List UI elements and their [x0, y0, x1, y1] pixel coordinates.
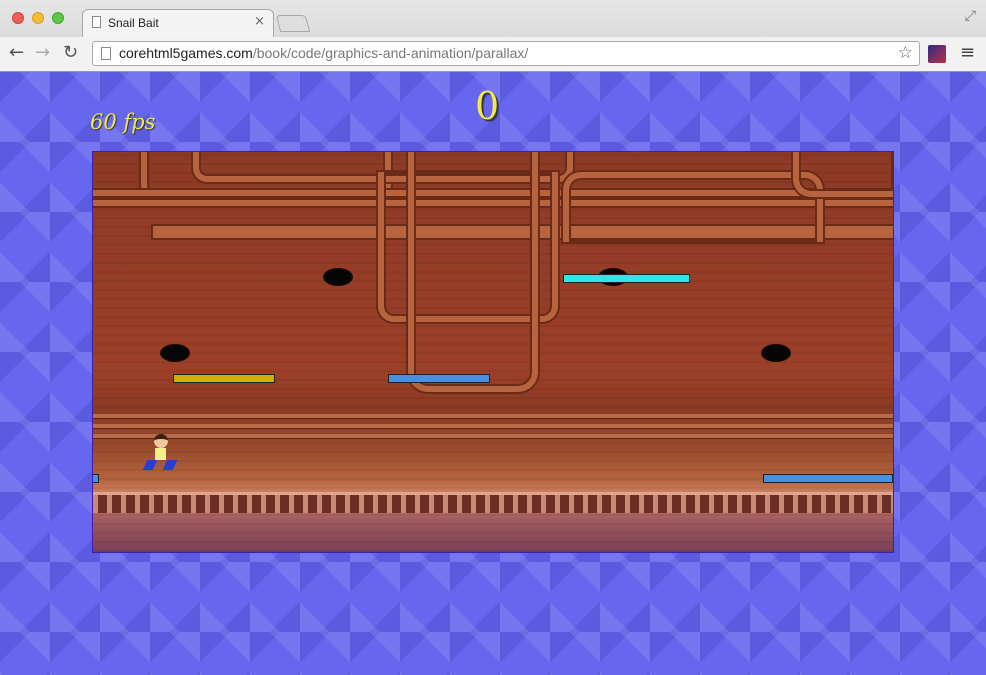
pipe: [793, 152, 893, 197]
tab-snail-bait[interactable]: Snail Bait ×: [82, 9, 274, 37]
address-bar[interactable]: corehtml5games.com/book/code/graphics-an…: [92, 41, 920, 66]
page-icon: [101, 47, 111, 60]
page-content: 60 fps 0: [0, 72, 986, 675]
platform-blue: [93, 474, 99, 483]
window-zoom-button[interactable]: [52, 12, 64, 24]
new-tab-button[interactable]: [275, 15, 311, 32]
fps-counter: 60 fps: [90, 110, 156, 134]
runner-sprite: [142, 434, 178, 476]
fence: [93, 492, 893, 513]
wall-hole: [323, 268, 353, 286]
wall-hole: [761, 344, 791, 362]
fullscreen-icon[interactable]: ⤢: [965, 8, 976, 24]
url-host: corehtml5games.com: [119, 45, 253, 61]
forward-button[interactable]: →: [35, 41, 50, 65]
runner-head: [154, 434, 168, 448]
browser-toolbar: ← → ↻ corehtml5games.com/book/code/graph…: [0, 37, 986, 71]
bookmark-star-icon[interactable]: ☆: [898, 43, 913, 63]
extension-icon[interactable]: [928, 45, 946, 63]
wall-hole: [160, 344, 190, 362]
window-close-button[interactable]: [12, 12, 24, 24]
platform-gold: [173, 374, 275, 383]
platform-blue: [763, 474, 893, 483]
url-text[interactable]: corehtml5games.com/book/code/graphics-an…: [119, 45, 528, 61]
url-path: /book/code/graphics-and-animation/parall…: [252, 45, 529, 61]
window-minimize-button[interactable]: [32, 12, 44, 24]
reload-button[interactable]: ↻: [63, 41, 78, 65]
platform-cyan: [563, 274, 690, 283]
game-canvas[interactable]: [92, 151, 894, 553]
rail: [93, 434, 893, 438]
score-display: 0: [475, 84, 500, 128]
runner-body: [155, 448, 166, 460]
tab-close-icon[interactable]: ×: [254, 14, 265, 30]
pipe: [408, 152, 538, 392]
back-button[interactable]: ←: [9, 41, 24, 65]
rail: [93, 424, 893, 428]
browser-chrome: Snail Bait × ⤢ ← → ↻ corehtml5games.com/…: [0, 0, 986, 72]
tab-title: Snail Bait: [108, 16, 159, 30]
pipe: [563, 172, 823, 242]
runner-legs: [142, 460, 178, 470]
menu-icon[interactable]: ≡: [960, 42, 975, 63]
rail: [93, 414, 893, 418]
platform-blue: [388, 374, 490, 383]
page-icon: [92, 16, 101, 28]
